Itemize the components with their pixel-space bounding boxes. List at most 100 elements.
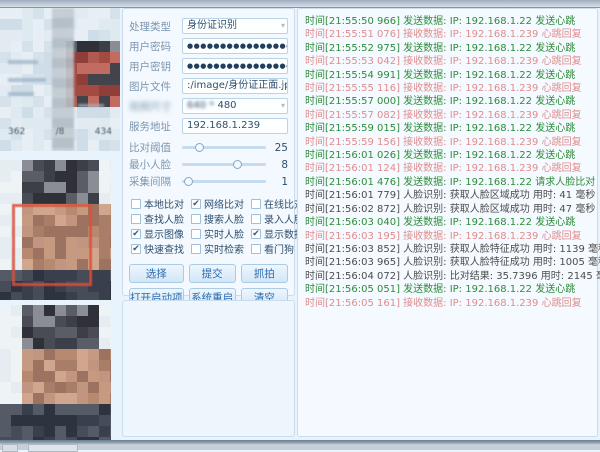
checkbox-label: 查找人脸 (144, 211, 184, 226)
field-value: 身份证识别 (187, 20, 237, 31)
log-line: 时间[21:56:04 072] 人脸识别: 比对结果: 35.7396 用时:… (305, 270, 597, 283)
checkbox-显示图像[interactable]: ✔显示图像 (131, 226, 191, 241)
checkbox-unchecked-icon[interactable] (251, 244, 261, 254)
log-line: 时间[21:56:02 872] 人脸识别: 获取人脸区域成功 用时: 47 毫… (305, 203, 597, 216)
log-output-panel[interactable]: 时间[21:55:50 966] 发送数据: IP: 192.168.1.22 … (297, 8, 598, 437)
checkbox-unchecked-icon[interactable] (191, 244, 201, 254)
log-line: 时间[21:55:54 991] 发送数据: IP: 192.168.1.22 … (305, 69, 597, 82)
horizontal-scrollbar[interactable] (0, 440, 600, 450)
checkbox-unchecked-icon[interactable] (131, 214, 141, 224)
log-line: 时间[21:56:05 161] 接收数据: IP: 192.168.1.239… (305, 297, 597, 310)
button-抓拍[interactable]: 抓拍 (241, 264, 288, 283)
checkbox-label: 搜索人脸 (204, 211, 244, 226)
dropdown-field[interactable]: 身份证识别 ▾ (182, 18, 288, 34)
settings-panel: 处理类型身份证识别 ▾ 用户密码 ●●●●●●●●●●●●●●●●●●●●● 用户密钥 ●… (122, 8, 295, 296)
log-line: 时间[21:55:53 042] 接收数据: IP: 192.168.1.239… (305, 55, 597, 68)
checkbox-label: 快速查找 (144, 241, 184, 256)
checkbox-unchecked-icon[interactable] (251, 214, 261, 224)
checkbox-checked-icon[interactable]: ✔ (251, 229, 261, 239)
checkbox-本地比对[interactable]: 本地比对 (131, 196, 191, 211)
checkbox-快速查找[interactable]: ✔快速查找 (131, 241, 191, 256)
checkbox-网络比对[interactable]: ✔网络比对 (191, 196, 251, 211)
form-row-1: 用户密码 ●●●●●●●●●●●●●●●●●●●●● (129, 38, 288, 54)
checkbox-checked-icon[interactable]: ✔ (131, 244, 141, 254)
checkbox-checked-icon[interactable]: ✔ (131, 229, 141, 239)
dropdown-field[interactable]: 640 * 480 ▾ (182, 98, 288, 114)
field-label: 用户密钥 (129, 59, 182, 74)
chevron-down-icon[interactable]: ▾ (281, 19, 285, 33)
chevron-down-icon[interactable]: ▾ (281, 99, 285, 113)
dropdown-field[interactable]: :/image/身份证正面.jpg▾ (182, 78, 288, 94)
log-line: 时间[21:56:01 124] 接收数据: IP: 192.168.1.239… (305, 162, 597, 175)
log-line: 时间[21:55:59 015] 发送数据: IP: 192.168.1.22 … (305, 122, 597, 135)
checkbox-label: 显示图像 (144, 226, 184, 241)
text-field[interactable]: 192.168.1.239 (182, 118, 288, 134)
checkbox-label: 实时检索 (204, 241, 244, 256)
checkbox-查找人脸[interactable]: 查找人脸 (131, 211, 191, 226)
password-dots: ●●●●●●●●●●●●●●●●●●●●● (187, 42, 288, 50)
checkbox-unchecked-icon[interactable] (131, 199, 141, 209)
field-value: 480 (217, 100, 236, 111)
slider-track[interactable] (182, 146, 266, 149)
slider-track[interactable] (182, 163, 266, 166)
camera-face-preview-2 (0, 305, 111, 440)
log-line: 时间[21:55:51 076] 接收数据: IP: 192.168.1.239… (305, 28, 597, 41)
log-line: 时间[21:55:52 975] 发送数据: IP: 192.168.1.22 … (305, 42, 597, 55)
log-line: 时间[21:56:01 476] 发送数据: IP: 192.168.1.22 … (305, 176, 597, 189)
slider-track[interactable] (182, 180, 266, 183)
slider-value: 1 (272, 176, 288, 188)
checkbox-unchecked-icon[interactable] (191, 229, 201, 239)
form-row-3: 图片文件:/image/身份证正面.jpg▾ (129, 78, 288, 94)
checkbox-grid: 本地比对✔网络比对在线比对查找人脸搜索人脸录入人脸✔显示图像实时人脸✔显示数据✔… (131, 196, 288, 256)
idcard-preview-image: 362 /8 434 (0, 8, 120, 151)
slider-row-1: 最小人脸8 (129, 157, 288, 172)
slider-thumb[interactable] (195, 143, 204, 152)
slider-thumb[interactable] (184, 177, 193, 186)
form-row-0: 处理类型身份证识别 ▾ (129, 18, 288, 34)
scrollbar-thumb[interactable] (28, 444, 78, 452)
field-label: 处理类型 (129, 19, 182, 34)
log-line: 时间[21:55:57 082] 接收数据: IP: 192.168.1.239… (305, 109, 597, 122)
field-value: 192.168.1.239 (187, 120, 260, 131)
password-field[interactable]: ●●●●●●●●●●●●●●●●●●●●● (182, 58, 288, 74)
checkbox-label: 网络比对 (204, 196, 244, 211)
button-提交[interactable]: 提交 (189, 264, 236, 283)
result-panel-empty (122, 300, 295, 437)
slider-row-0: 比对阈值 25 (129, 140, 288, 155)
log-line: 时间[21:56:03 965] 人脸识别: 获取人脸特征成功 用时: 1005… (305, 256, 597, 269)
checkbox-unchecked-icon[interactable] (251, 199, 261, 209)
slider-row-2: 采集间隔 1 (129, 174, 288, 189)
face-detection-box (12, 204, 92, 286)
checkbox-unchecked-icon[interactable] (191, 214, 201, 224)
checkbox-搜索人脸[interactable]: 搜索人脸 (191, 211, 251, 226)
face2-mosaic (0, 305, 111, 440)
slider-label: 比对阈值 (129, 140, 182, 155)
scrollbar-left-button[interactable] (2, 444, 18, 452)
window-titlebar-edge (0, 0, 600, 8)
idcard-digits: 362 /8 434 (0, 127, 120, 137)
log-line: 时间[21:56:03 195] 接收数据: IP: 192.168.1.239… (305, 230, 597, 243)
blurred-value: 640 * (187, 100, 217, 111)
slider-value: 25 (272, 142, 288, 154)
button-选择[interactable]: 选择 (129, 264, 184, 283)
field-label: 服务地址 (129, 119, 182, 134)
field-value: :/image/身份证正面.jpg (187, 80, 288, 91)
field-label: 图片文件 (129, 79, 182, 94)
log-line: 时间[21:56:01 026] 发送数据: IP: 192.168.1.22 … (305, 149, 597, 162)
checkbox-实时检索[interactable]: 实时检索 (191, 241, 251, 256)
camera-face-preview-1 (0, 160, 111, 300)
slider-thumb[interactable] (233, 160, 242, 169)
log-line: 时间[21:55:59 156] 接收数据: IP: 192.168.1.239… (305, 136, 597, 149)
chevron-down-icon[interactable]: ▾ (281, 79, 285, 93)
slider-label: 最小人脸 (129, 157, 182, 172)
log-line: 时间[21:56:01 779] 人脸识别: 获取人脸区域成功 用时: 41 毫… (305, 189, 597, 202)
password-field[interactable]: ●●●●●●●●●●●●●●●●●●●●● (182, 38, 288, 54)
checkbox-实时人脸[interactable]: 实时人脸 (191, 226, 251, 241)
password-dots: ●●●●●●●●●●●●●●●●●●●●● (187, 62, 288, 70)
checkbox-checked-icon[interactable]: ✔ (191, 199, 201, 209)
checkbox-label: 实时人脸 (204, 226, 244, 241)
form-row-4: 视频尺寸640 * 480▾ (129, 98, 288, 114)
form-row-2: 用户密钥 ●●●●●●●●●●●●●●●●●●●●● (129, 58, 288, 74)
slider-label: 采集间隔 (129, 174, 182, 189)
field-label: 用户密码 (129, 39, 182, 54)
